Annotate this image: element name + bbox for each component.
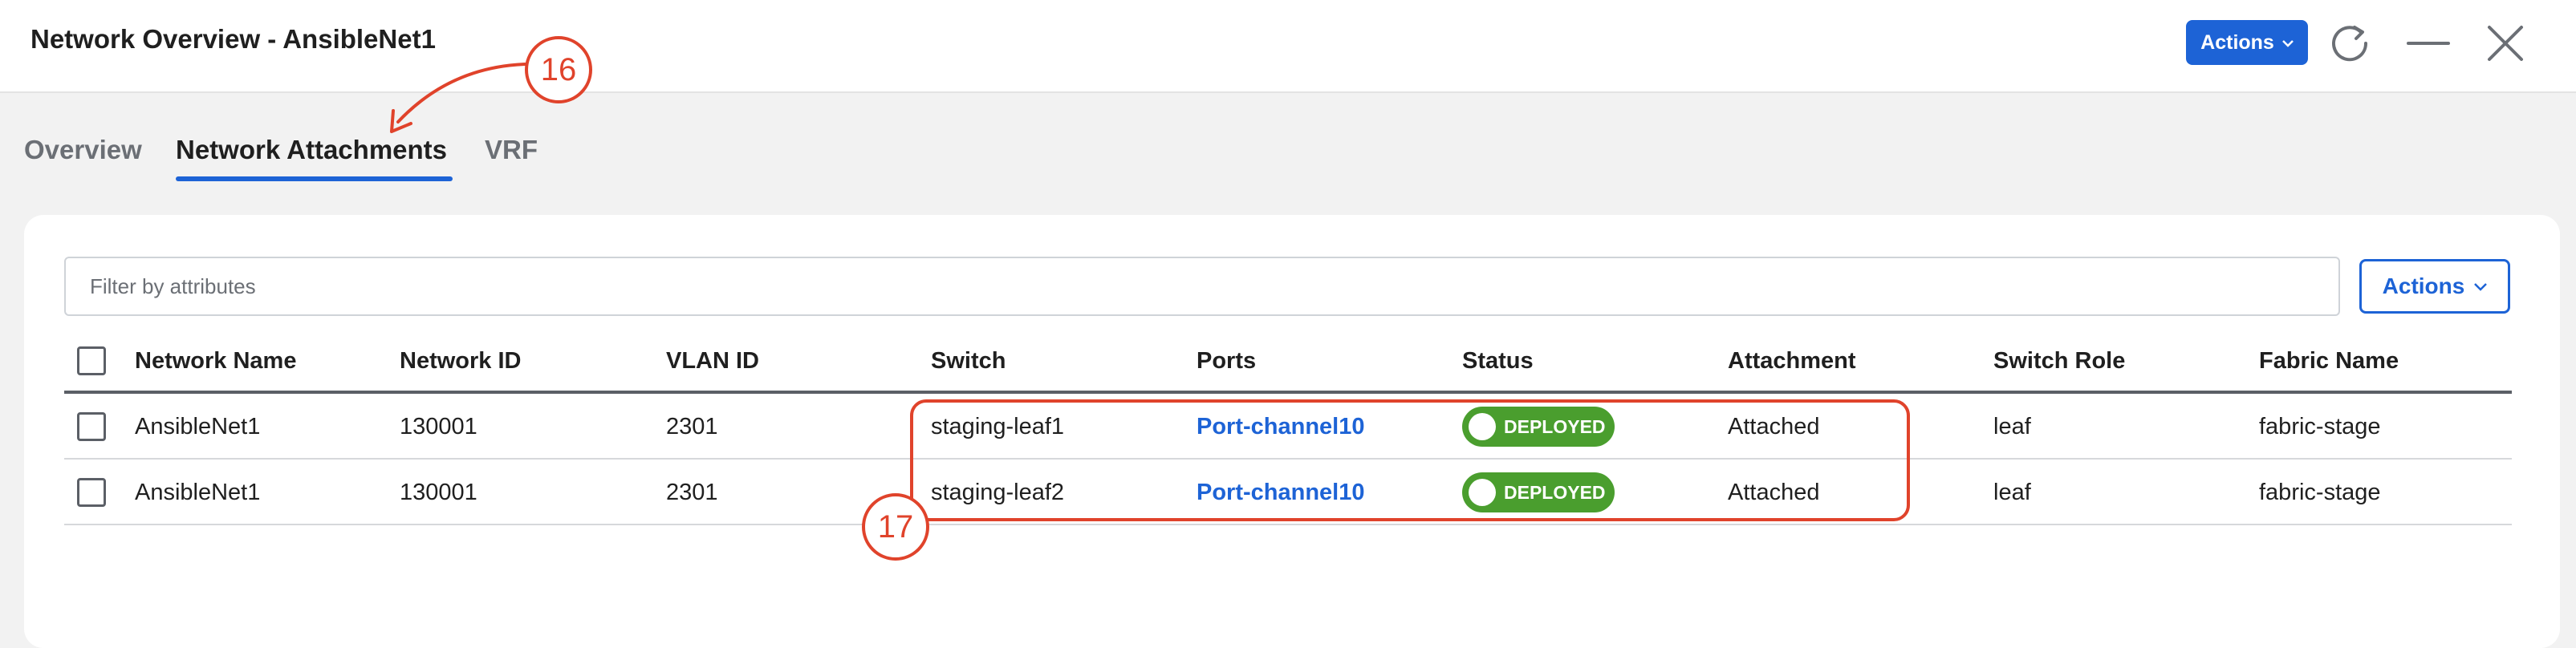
callout-arrow — [390, 63, 526, 133]
callout-17: 17 — [862, 493, 929, 561]
callout-16: 16 — [525, 36, 592, 103]
